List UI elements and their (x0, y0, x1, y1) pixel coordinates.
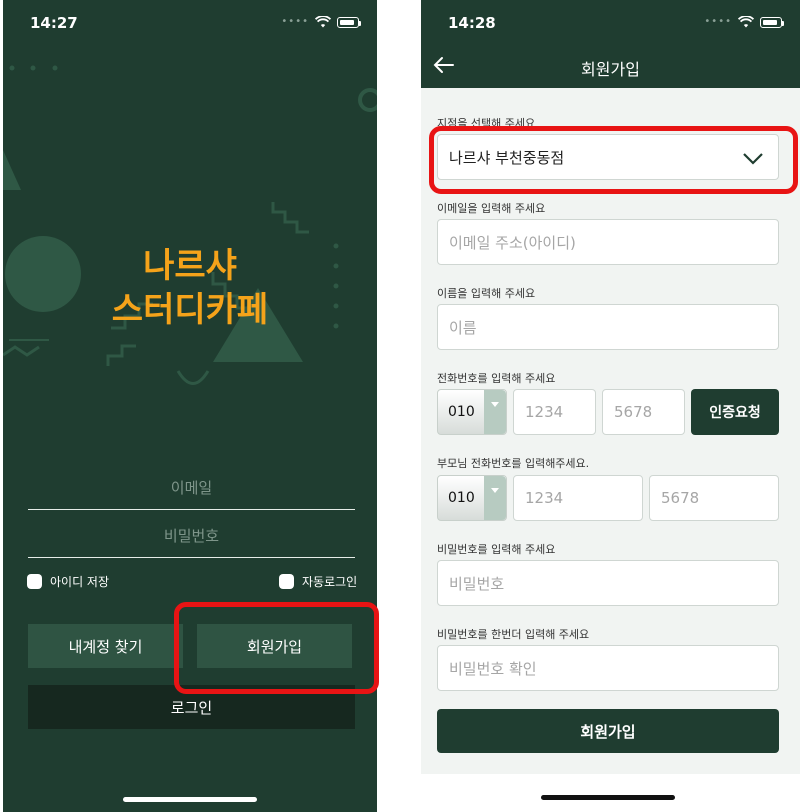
password-placeholder: 비밀번호 (449, 574, 505, 593)
save-id-option[interactable]: 아이디 저장 (27, 573, 109, 590)
signal-icon: •••• (281, 16, 309, 27)
status-bar: 14:27 •••• (3, 0, 377, 44)
email-label: 이메일을 입력해 주세요 (437, 202, 546, 215)
password-label: 비밀번호를 입력해 주세요 (437, 543, 556, 556)
auto-login-label: 자동로그인 (302, 575, 358, 589)
signup-header: 14:28 •••• 회원가입 (421, 0, 800, 88)
parent-phone-prefix-select[interactable]: 010 (437, 475, 507, 521)
parent-phone-label: 부모님 전화번호를 입력해주세요. (437, 457, 590, 470)
phone-last-input[interactable]: 5678 (602, 389, 685, 435)
status-time: 14:27 (30, 14, 78, 32)
status-icons: •••• (704, 16, 784, 28)
phone-prefix-value: 010 (448, 404, 475, 420)
parent-phone-middle-placeholder: 1234 (525, 489, 564, 507)
email-placeholder: 이메일 (170, 479, 213, 497)
branch-select-value: 나르샤 부천중동점 (449, 148, 565, 167)
verify-request-button[interactable]: 인증요청 (691, 389, 779, 435)
signup-button[interactable]: 회원가입 (197, 624, 352, 668)
find-account-button[interactable]: 내계정 찾기 (28, 624, 183, 668)
dropdown-arrow-icon (484, 476, 506, 520)
parent-phone-middle-input[interactable]: 1234 (513, 475, 643, 521)
status-time: 14:28 (448, 14, 496, 32)
home-indicator (541, 795, 675, 800)
name-input[interactable]: 이름 (437, 304, 779, 350)
branch-select[interactable]: 나르샤 부천중동점 (437, 134, 779, 180)
name-label: 이름을 입력해 주세요 (437, 287, 536, 300)
parent-phone-prefix-value: 010 (448, 490, 475, 506)
signup-form: 지점을 선택해 주세요 나르샤 부천중동점 이메일을 입력해 주세요 이메일 주… (421, 88, 800, 774)
phone-prefix-select[interactable]: 010 (437, 389, 507, 435)
battery-icon (337, 16, 361, 28)
signal-icon: •••• (704, 16, 732, 27)
phone-last-placeholder: 5678 (614, 403, 653, 421)
background-pattern (3, 65, 377, 385)
brand-logo-text: 나르샤 스터디카페 (3, 244, 377, 332)
email-field[interactable]: 이메일 (28, 466, 355, 510)
email-input[interactable]: 이메일 주소(아이디) (437, 219, 779, 265)
save-id-label: 아이디 저장 (50, 575, 110, 589)
password-confirm-label: 비밀번호를 한번더 입력해 주세요 (437, 628, 590, 641)
signup-screen: 14:28 •••• 회원가입 지점을 선택해 주세요 나르샤 부천중동점 이메… (421, 0, 800, 812)
dropdown-arrow-icon (484, 390, 506, 434)
status-icons: •••• (281, 16, 361, 28)
page-title: 회원가입 (581, 60, 640, 79)
login-button[interactable]: 로그인 (28, 685, 355, 729)
password-field[interactable]: 비밀번호 (28, 514, 355, 558)
password-confirm-input[interactable]: 비밀번호 확인 (437, 645, 779, 691)
auto-login-checkbox[interactable] (279, 574, 294, 589)
wifi-icon (315, 16, 331, 28)
wifi-icon (738, 16, 754, 28)
password-confirm-placeholder: 비밀번호 확인 (449, 659, 537, 678)
login-screen: 14:27 •••• 나르샤 스터디카페 이메일 비밀번호 아이디 저장 자동로… (3, 0, 377, 812)
parent-phone-last-placeholder: 5678 (661, 489, 700, 507)
parent-phone-last-input[interactable]: 5678 (649, 475, 779, 521)
email-placeholder: 이메일 주소(아이디) (449, 233, 576, 252)
home-indicator (123, 797, 257, 802)
auto-login-option[interactable]: 자동로그인 (279, 573, 357, 590)
brand-line-2: 스터디카페 (111, 290, 269, 330)
signup-submit-button[interactable]: 회원가입 (437, 709, 779, 753)
save-id-checkbox[interactable] (27, 574, 42, 589)
phone-label: 전화번호를 입력해 주세요 (437, 372, 556, 385)
password-placeholder: 비밀번호 (163, 527, 220, 545)
phone-middle-input[interactable]: 1234 (513, 389, 596, 435)
name-placeholder: 이름 (449, 318, 477, 337)
battery-icon (760, 16, 784, 28)
brand-line-1: 나르샤 (143, 246, 237, 286)
branch-label: 지점을 선택해 주세요 (437, 117, 536, 130)
status-bar: 14:28 •••• (421, 0, 800, 44)
password-input[interactable]: 비밀번호 (437, 560, 779, 606)
chevron-down-icon (743, 153, 763, 165)
phone-middle-placeholder: 1234 (525, 403, 564, 421)
